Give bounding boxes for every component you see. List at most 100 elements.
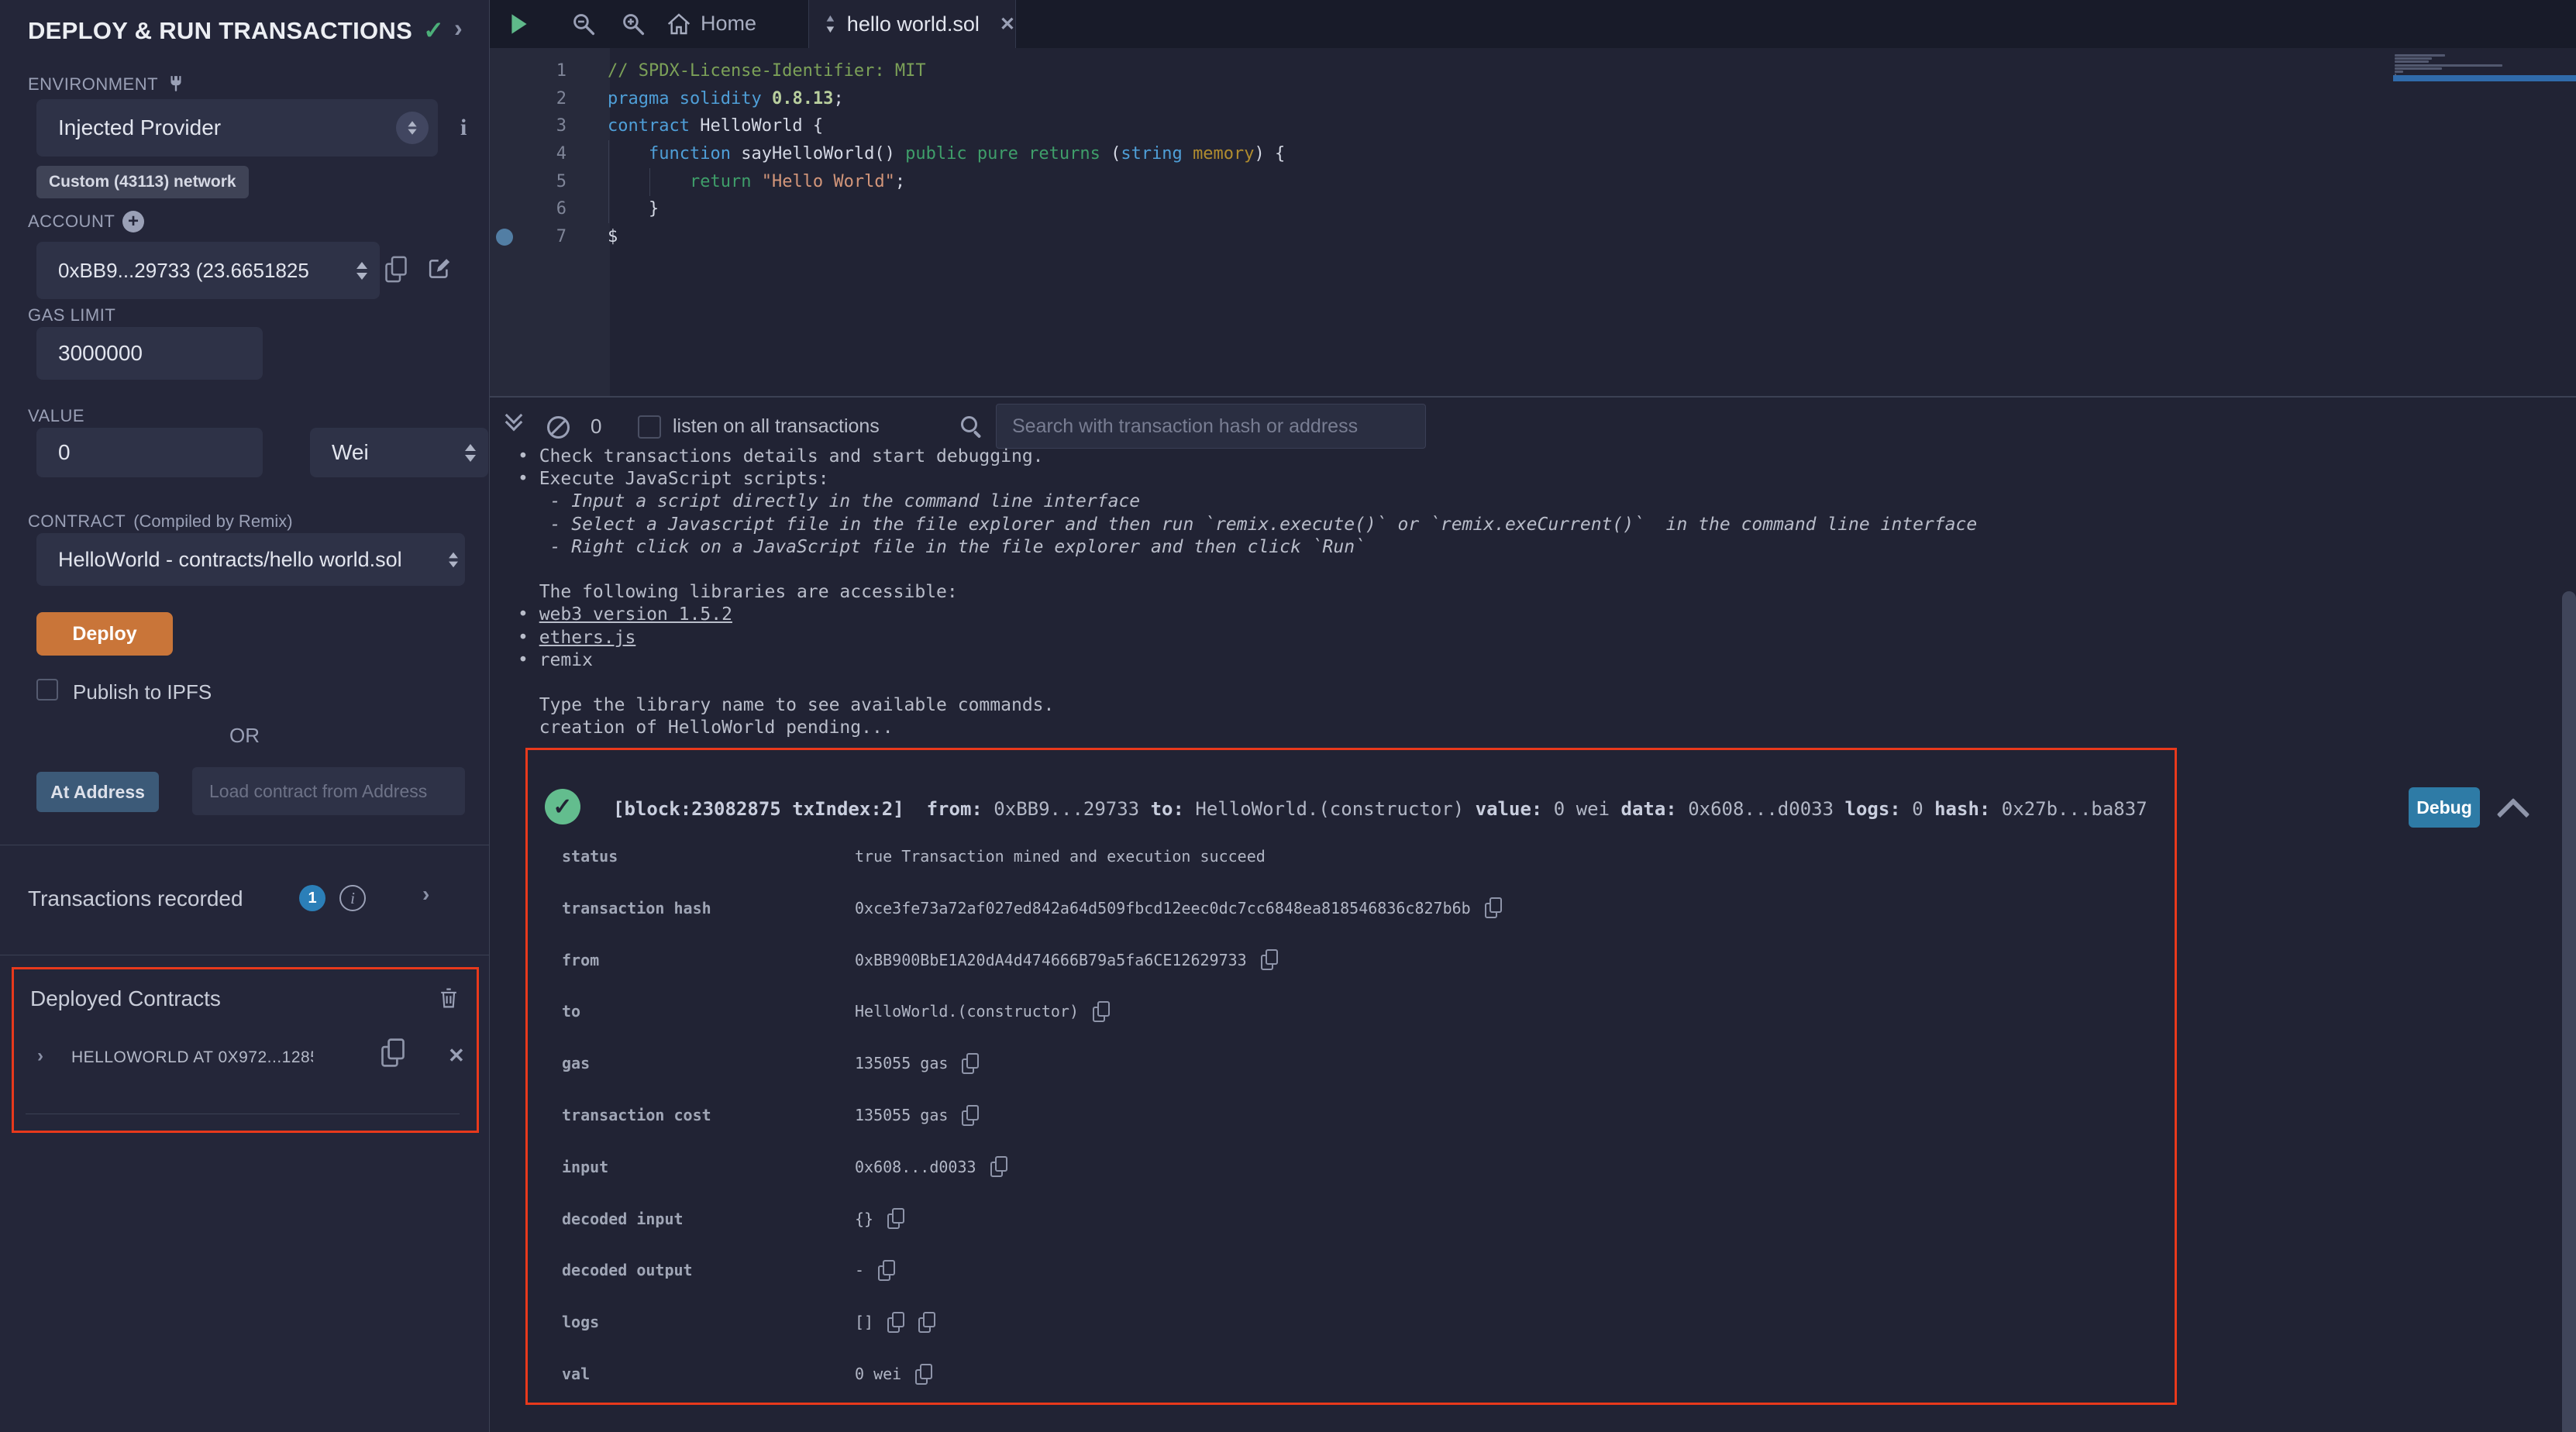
copy-value-icon[interactable] — [962, 1053, 979, 1074]
line-number[interactable]: 3 — [490, 112, 567, 140]
tx-detail-row: transaction cost135055 gas — [528, 1103, 2155, 1127]
line-number[interactable]: 6 — [490, 195, 567, 223]
copy-value-icon[interactable] — [990, 1156, 1007, 1177]
transactions-recorded-label: Transactions recorded — [28, 886, 243, 911]
code-line[interactable]: contract HelloWorld { — [608, 112, 1285, 140]
tx-detail-label: input — [562, 1155, 608, 1179]
copy-account-icon[interactable] — [385, 256, 407, 283]
tx-detail-value: 0xBB900BbE1A20dA4d474666B79a5fa6CE126297… — [855, 948, 1278, 972]
environment-select-arrows-icon — [396, 112, 429, 144]
value-label: VALUE — [28, 406, 84, 426]
tab-home[interactable]: Home — [701, 12, 756, 36]
line-number[interactable]: 5 — [490, 168, 567, 196]
copy-deployed-address-icon[interactable] — [381, 1038, 405, 1066]
code-line[interactable]: // SPDX-License-Identifier: MIT — [608, 57, 1285, 85]
tx-detail-label: gas — [562, 1052, 590, 1075]
minimap-line — [2395, 54, 2445, 57]
copy-value-icon[interactable] — [918, 1312, 935, 1333]
tx-detail-row: gas 135055 gas — [528, 1052, 2155, 1075]
code-content[interactable]: // SPDX-License-Identifier: MITpragma so… — [608, 57, 1285, 251]
tx-detail-label: status — [562, 845, 618, 868]
copy-value-icon[interactable] — [878, 1260, 895, 1281]
at-address-button[interactable]: At Address — [36, 772, 159, 812]
deployed-contract-expand-chevron-icon[interactable]: › — [37, 1045, 43, 1067]
code-line[interactable]: } — [608, 195, 1285, 223]
copy-value-icon[interactable] — [915, 1364, 932, 1385]
terminal-line: • ethers.js — [518, 627, 1977, 649]
tx-detail-label: decoded output — [562, 1258, 693, 1282]
code-line[interactable]: $ — [608, 223, 1285, 251]
publish-ipfs-checkbox[interactable] — [36, 679, 58, 701]
add-account-icon[interactable]: + — [122, 211, 144, 232]
plug-icon — [166, 74, 186, 95]
tx-detail-row: decoded input{} — [528, 1207, 2155, 1231]
tx-detail-row: transaction hash0xce3fe73a72af027ed842a6… — [528, 897, 2155, 920]
terminal-scrollbar[interactable] — [2562, 591, 2576, 1432]
environment-info-icon[interactable]: i — [460, 115, 467, 141]
panel-collapse-chevron-icon[interactable]: › — [454, 14, 463, 43]
tx-detail-label: to — [562, 1000, 580, 1023]
tx-detail-row: status true Transaction mined and executi… — [528, 845, 2155, 868]
remove-deployed-contract-icon[interactable]: ✕ — [448, 1044, 465, 1068]
transactions-expand-chevron-icon[interactable]: › — [422, 882, 429, 907]
contract-label: CONTRACT(Compiled by Remix) — [28, 511, 293, 532]
minimap-highlight — [2393, 75, 2576, 81]
value-unit-select[interactable]: Wei — [310, 428, 488, 477]
load-contract-address-input[interactable] — [192, 767, 465, 815]
zoom-in-icon[interactable] — [622, 12, 646, 36]
tx-detail-label: transaction cost — [562, 1103, 711, 1127]
debug-button[interactable]: Debug — [2409, 787, 2480, 828]
terminal-link[interactable]: web3 version 1.5.2 — [539, 604, 732, 625]
close-tab-icon[interactable]: ✕ — [1000, 13, 1015, 36]
environment-select[interactable]: Injected Provider — [36, 99, 438, 157]
terminal-search-input[interactable] — [996, 404, 1426, 449]
minimap-line — [2395, 64, 2502, 67]
expand-terminal-icon[interactable] — [508, 415, 520, 429]
zoom-out-icon[interactable] — [572, 12, 596, 36]
contract-select[interactable]: HelloWorld - contracts/hello world.sol — [36, 533, 465, 586]
edit-account-icon[interactable] — [428, 257, 451, 281]
code-line[interactable]: pragma solidity 0.8.13; — [608, 85, 1285, 113]
line-number[interactable]: 1 — [490, 57, 567, 85]
tx-detail-value: 0x608...d0033 — [855, 1155, 1007, 1179]
terminal-link[interactable]: ethers.js — [539, 628, 636, 648]
copy-value-icon[interactable] — [962, 1105, 979, 1126]
trash-icon[interactable] — [439, 986, 459, 1010]
copy-value-icon[interactable] — [887, 1208, 904, 1229]
tx-detail-row: toHelloWorld.(constructor) — [528, 1000, 2155, 1023]
code-line[interactable]: return "Hello World"; — [608, 168, 1285, 196]
tx-summary-line[interactable]: [block:23082875 txIndex:2] from: 0xBB9..… — [613, 798, 2147, 820]
line-numbers: 1234567 — [490, 57, 567, 251]
copy-value-icon[interactable] — [1093, 1001, 1110, 1022]
transactions-info-icon[interactable]: i — [339, 885, 366, 911]
run-script-play-icon[interactable] — [510, 12, 529, 36]
tab-hello-world-sol[interactable]: hello world.sol ✕ — [808, 0, 1016, 48]
editor-minimap[interactable] — [2393, 51, 2576, 144]
contract-select-arrows-icon — [449, 552, 458, 567]
account-select[interactable]: 0xBB9...29733 (23.6651825 — [36, 242, 380, 299]
deployed-contract-item[interactable]: HELLOWORLD AT 0X972...12851 (B — [71, 1048, 313, 1073]
copy-value-icon[interactable] — [887, 1312, 904, 1333]
value-input[interactable] — [36, 428, 263, 477]
line-number[interactable]: 4 — [490, 140, 567, 168]
listen-transactions-checkbox[interactable] — [638, 415, 661, 439]
line-number[interactable]: 2 — [490, 85, 567, 113]
deploy-button[interactable]: Deploy — [36, 612, 173, 656]
listen-transactions-label: listen on all transactions — [673, 415, 880, 438]
gas-limit-input[interactable] — [36, 327, 263, 380]
tx-detail-value: {} — [855, 1207, 904, 1231]
terminal-log: • Check transactions details and start d… — [518, 446, 1977, 739]
home-icon[interactable] — [666, 12, 691, 36]
tx-detail-value: 135055 gas — [855, 1052, 979, 1075]
copy-value-icon[interactable] — [1261, 949, 1278, 970]
deployed-contracts-title: Deployed Contracts — [30, 986, 221, 1011]
minimap-line — [2395, 71, 2403, 73]
tx-detail-row: decoded output- — [528, 1258, 2155, 1282]
line-number[interactable]: 7 — [490, 223, 567, 251]
tx-detail-value: 0xce3fe73a72af027ed842a64d509fbcd12eec0d… — [855, 897, 1502, 920]
copy-value-icon[interactable] — [1485, 897, 1502, 918]
clear-console-icon[interactable] — [547, 416, 570, 439]
tx-detail-value: true Transaction mined and execution suc… — [855, 845, 1266, 868]
tx-detail-label: logs — [562, 1310, 599, 1334]
code-line[interactable]: function sayHelloWorld() public pure ret… — [608, 140, 1285, 168]
